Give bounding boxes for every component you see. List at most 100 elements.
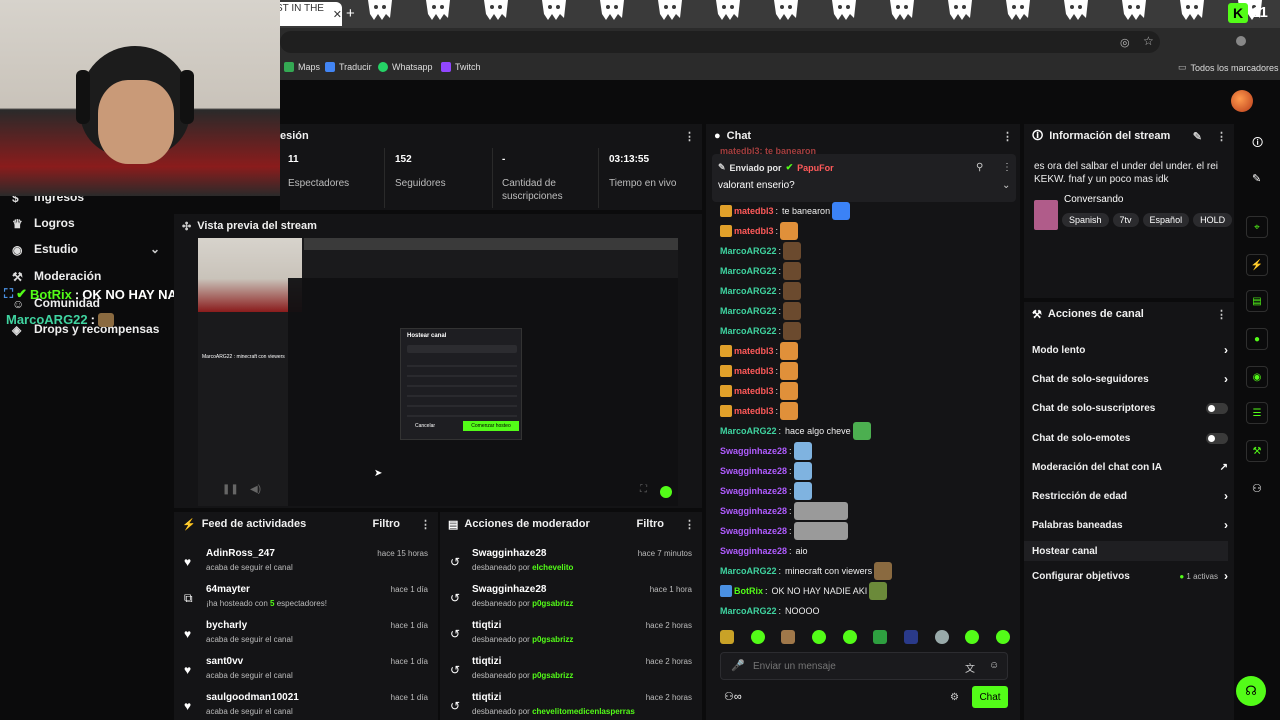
chat-message[interactable]: matedbl3: xyxy=(720,402,799,420)
chat-username[interactable]: BotRix xyxy=(734,586,763,596)
emote-icon[interactable] xyxy=(842,630,857,644)
more-icon[interactable]: ⋮ xyxy=(420,518,431,531)
stream-video[interactable]: Hostear canal Cancelar Comenzar hosteo M… xyxy=(198,238,678,506)
more-icon[interactable]: ⋮ xyxy=(1216,308,1227,321)
user-avatar[interactable] xyxy=(1231,90,1253,112)
chat-input[interactable] xyxy=(753,658,953,674)
sidebar-item-logros[interactable]: ♛ Logros xyxy=(12,216,75,231)
tag-chip[interactable]: 7tv xyxy=(1112,213,1139,227)
chat-username[interactable]: MarcoARG22 xyxy=(720,286,777,296)
rail-document-icon[interactable]: ▤ xyxy=(1246,290,1268,312)
close-tab-icon[interactable]: ✕ xyxy=(333,8,342,21)
chat-message[interactable]: Swagginhaze28: xyxy=(720,462,812,480)
chat-message[interactable]: matedbl3: xyxy=(720,382,799,400)
unpin-icon[interactable]: ⚲ xyxy=(976,162,983,173)
chat-username[interactable]: matedbl3 xyxy=(734,206,774,216)
chat-username[interactable]: Swagginhaze28 xyxy=(720,446,787,456)
toggle-switch[interactable] xyxy=(1206,432,1228,444)
channel-action-item[interactable]: Chat de solo-emotes xyxy=(1032,428,1228,448)
bookmark-traducir[interactable]: Traducir xyxy=(325,62,372,72)
feed-item[interactable]: ♥ saulgoodman10021 acaba de seguir el ca… xyxy=(174,690,438,720)
emote-icon[interactable] xyxy=(995,630,1010,644)
more-icon[interactable]: ⋮ xyxy=(1002,162,1012,173)
more-icon[interactable]: ⋮ xyxy=(1002,130,1013,143)
chat-username[interactable]: matedbl3 xyxy=(734,386,774,396)
more-icon[interactable]: ⋮ xyxy=(684,130,695,143)
mod-filter-button[interactable]: Filtro xyxy=(637,518,665,530)
kick-extension-icon[interactable]: K xyxy=(1228,3,1248,23)
tag-chip[interactable]: Spanish xyxy=(1062,213,1109,227)
fullscreen-icon[interactable]: ⛶ xyxy=(640,484,647,495)
chat-username[interactable]: MarcoARG22 xyxy=(720,306,777,316)
chat-message[interactable]: BotRix: OK NO HAY NADIE AKI xyxy=(720,582,888,600)
rail-lightning-icon[interactable]: ⚡ xyxy=(1246,254,1268,276)
chat-send-button[interactable]: Chat xyxy=(972,686,1008,708)
more-icon[interactable]: ⋮ xyxy=(684,518,695,531)
emote-icon[interactable] xyxy=(934,630,949,644)
address-field[interactable] xyxy=(280,31,1160,53)
chat-username[interactable]: Swagginhaze28 xyxy=(720,486,787,496)
chat-message[interactable]: Swagginhaze28: aio xyxy=(720,542,808,560)
emote-icon[interactable] xyxy=(750,630,765,644)
chat-message[interactable]: matedbl3: te banearon xyxy=(720,202,851,220)
chat-message[interactable]: MarcoARG22: xyxy=(720,262,802,280)
chat-message[interactable]: MarcoARG22: NOOOO xyxy=(720,602,820,620)
chat-message[interactable]: MarcoARG22: minecraft con viewers xyxy=(720,562,893,580)
rail-chat-icon[interactable]: ● xyxy=(1246,328,1268,350)
channel-action-item[interactable]: Modo lento › xyxy=(1032,340,1228,360)
channel-action-item[interactable]: Restricción de edad › xyxy=(1032,486,1228,506)
toggle-switch[interactable] xyxy=(1206,402,1228,414)
emote-icon[interactable] xyxy=(873,630,888,644)
support-icon[interactable]: ☊ xyxy=(1236,676,1266,706)
rail-broadcast-icon[interactable]: ◉ xyxy=(1246,366,1268,388)
chat-message[interactable]: Swagginhaze28: xyxy=(720,522,848,540)
channel-action-item[interactable]: Chat de solo-suscriptores xyxy=(1032,398,1228,418)
feed-item[interactable]: ♥ bycharly acaba de seguir el canal hace… xyxy=(174,618,438,654)
sidebar-item-moderacion[interactable]: ⚒ Moderación xyxy=(12,269,101,284)
tag-chip[interactable]: Español xyxy=(1142,213,1190,227)
volume-icon[interactable]: ◀) xyxy=(250,484,261,495)
chat-username[interactable]: MarcoARG22 xyxy=(720,566,777,576)
edit-icon[interactable]: ✎ xyxy=(1193,130,1202,143)
chat-username[interactable]: MarcoARG22 xyxy=(720,326,777,336)
chat-message[interactable]: matedbl3: xyxy=(720,222,799,240)
chat-input-box[interactable]: 🎤 文 ☺ xyxy=(720,652,1008,680)
chat-username[interactable]: matedbl3 xyxy=(734,406,774,416)
chat-username[interactable]: Swagginhaze28 xyxy=(720,506,787,516)
microphone-icon[interactable]: 🎤 xyxy=(731,659,745,672)
bookmark-twitch[interactable]: Twitch xyxy=(441,62,481,72)
chat-message[interactable]: Swagginhaze28: xyxy=(720,482,812,500)
pinned-message[interactable]: ✎ Enviado por ✔ PapuFor valorant enserio… xyxy=(712,154,1016,202)
bookmark-whatsapp[interactable]: Whatsapp xyxy=(378,62,433,72)
chat-message[interactable]: MarcoARG22: xyxy=(720,282,802,300)
chat-message[interactable]: matedbl3: xyxy=(720,362,799,380)
channel-action-item[interactable]: Moderación del chat con IA ↗ xyxy=(1032,457,1228,477)
chat-username[interactable]: Swagginhaze28 xyxy=(720,546,787,556)
chevron-down-icon[interactable]: ⌄ xyxy=(1002,180,1010,191)
chat-message[interactable]: MarcoARG22: xyxy=(720,302,802,320)
mod-action-item[interactable]: ↺ Swagginhaze28 desbaneado por elcheveli… xyxy=(440,546,702,582)
chat-message[interactable]: Swagginhaze28: xyxy=(720,442,812,460)
chat-message[interactable]: MarcoARG22: xyxy=(720,322,802,340)
feed-filter-button[interactable]: Filtro xyxy=(373,518,401,530)
chat-message[interactable]: Swagginhaze28: xyxy=(720,502,848,520)
emote-icon[interactable] xyxy=(781,630,796,644)
more-icon[interactable]: ⋮ xyxy=(1216,130,1227,143)
chat-username[interactable]: Swagginhaze28 xyxy=(720,526,787,536)
bookmark-star-icon[interactable]: ☆ xyxy=(1143,34,1154,48)
channel-action-item[interactable]: Chat de solo-seguidores › xyxy=(1032,369,1228,389)
emote-icon[interactable] xyxy=(965,630,980,644)
mod-action-item[interactable]: ↺ Swagginhaze28 desbaneado por p0gsabriz… xyxy=(440,582,702,618)
kick-points-icon[interactable]: ⚇ xyxy=(1252,482,1262,495)
chat-username[interactable]: MarcoARG22 xyxy=(720,246,777,256)
kick-points-icon[interactable]: ⚇∞ xyxy=(724,690,742,703)
bookmark-maps[interactable]: Maps xyxy=(284,62,320,72)
translate-icon[interactable]: 文 xyxy=(965,660,975,675)
chat-username[interactable]: MarcoARG22 xyxy=(720,426,777,436)
rail-list-icon[interactable]: ☰ xyxy=(1246,402,1268,424)
emote-icon[interactable] xyxy=(811,630,826,644)
chat-username[interactable]: MarcoARG22 xyxy=(720,606,777,616)
emoji-icon[interactable]: ☺ xyxy=(989,660,999,671)
chat-username[interactable]: matedbl3 xyxy=(734,366,774,376)
mod-action-item[interactable]: ↺ ttiqtizi desbaneado por p0gsabrizz hac… xyxy=(440,654,702,690)
